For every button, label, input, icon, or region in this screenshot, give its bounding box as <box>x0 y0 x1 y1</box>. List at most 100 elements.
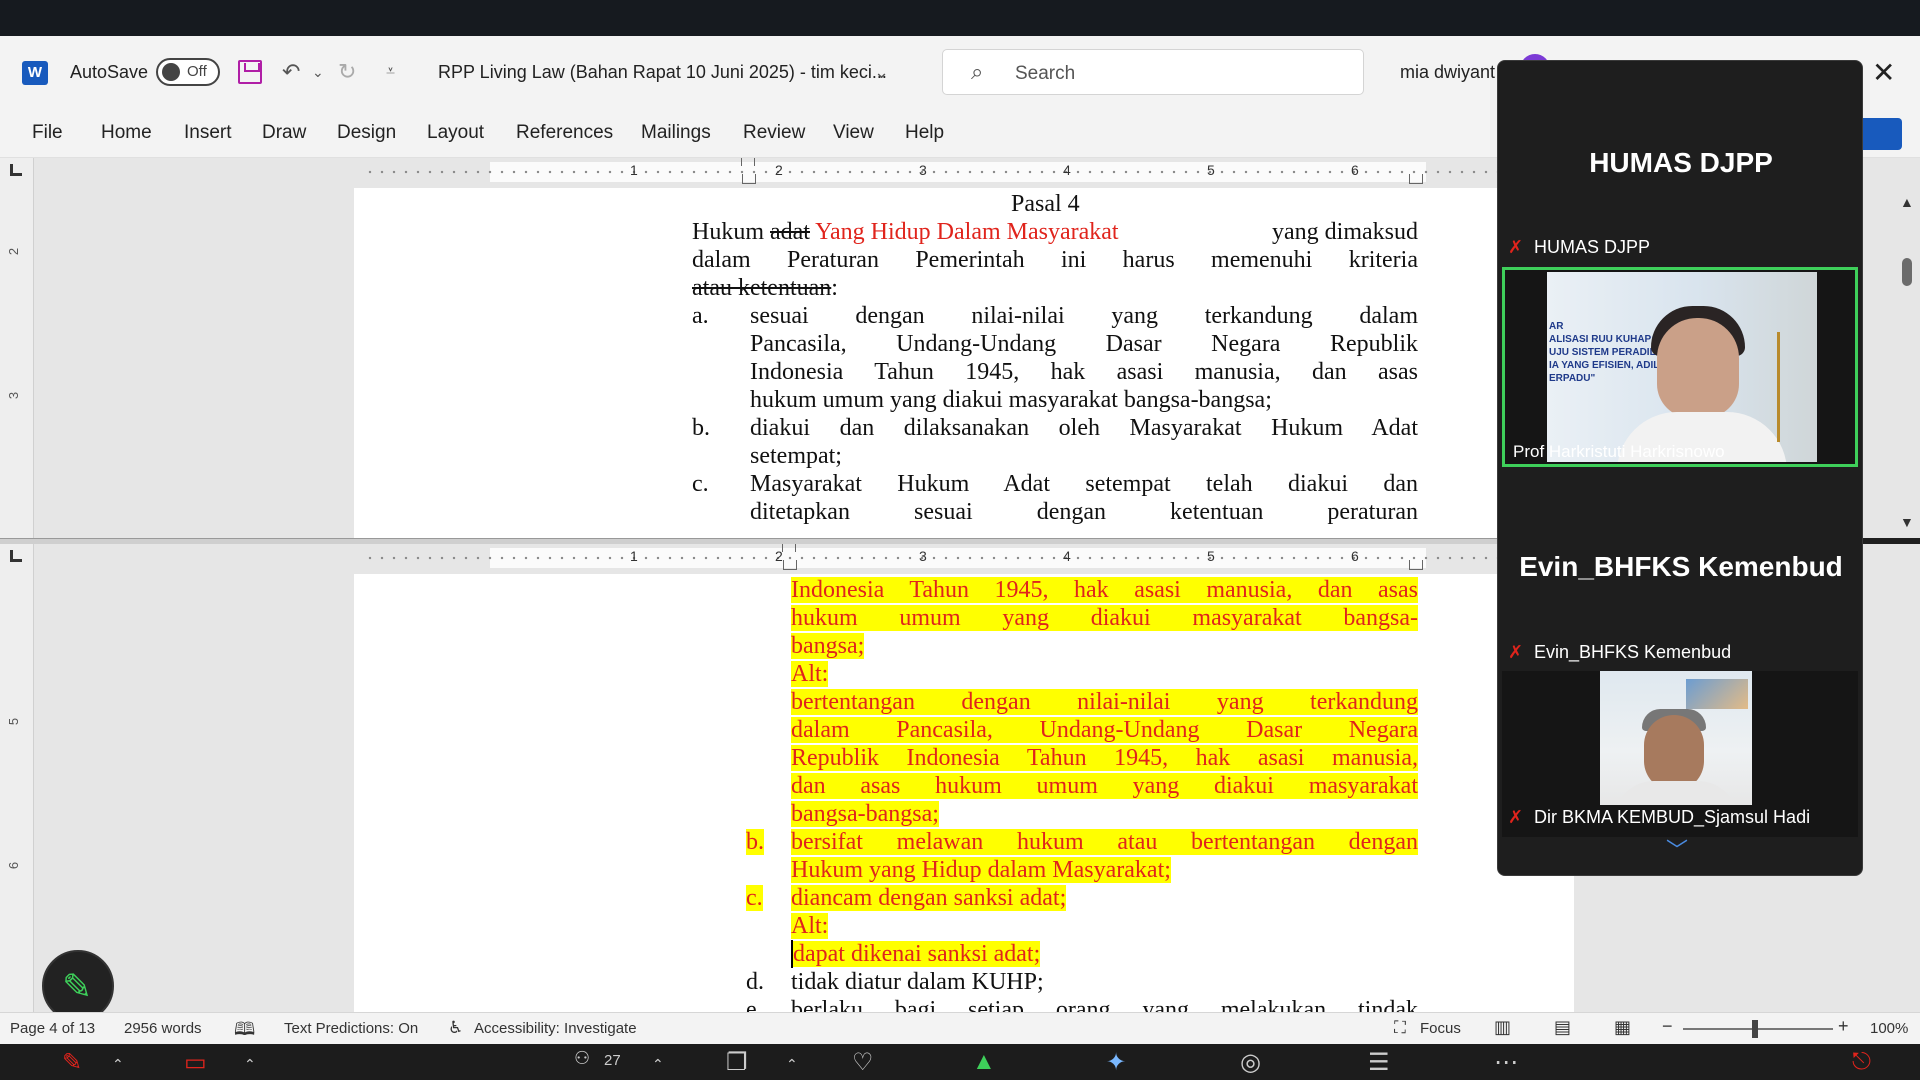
alt-label: Alt: <box>791 661 829 687</box>
ruler-number: 4 <box>1063 162 1071 178</box>
participant-title: HUMAS DJPP <box>1589 147 1773 178</box>
scroll-up-icon[interactable]: ▲ <box>1900 194 1914 210</box>
document-page[interactable]: Indonesia Tahun 1945, hak asasi manusia,… <box>354 574 1574 1012</box>
list-marker: a. <box>692 303 709 329</box>
save-icon[interactable] <box>238 60 262 84</box>
camera-feed: AR ALISASI RUU KUHAP: UJU SISTEM PERADIL… <box>1547 272 1817 462</box>
paragraph-line: atau ketentuan: <box>692 274 838 302</box>
tab-review[interactable]: Review <box>743 122 805 144</box>
zoom-in-icon[interactable]: + <box>1838 1016 1849 1037</box>
print-layout-icon[interactable]: ▤ <box>1554 1017 1571 1038</box>
search-box[interactable]: ⌕ Search <box>942 49 1364 95</box>
mic-muted-icon[interactable]: ✎ <box>62 1048 82 1077</box>
page-count[interactable]: Page 4 of 13 <box>10 1020 95 1037</box>
proofing-book-icon[interactable]: 🕮 <box>234 1017 255 1047</box>
article-heading: Pasal 4 <box>1011 191 1080 217</box>
accessibility-icon: ♿ <box>448 1018 464 1037</box>
focus-icon: ⛶ <box>1394 1018 1406 1037</box>
accessibility-status[interactable]: Accessibility: Investigate <box>474 1020 637 1037</box>
vertical-ruler: 2 3 <box>0 158 34 538</box>
tab-layout[interactable]: Layout <box>427 122 484 144</box>
highlighted-text: bersifat melawan hukum atau bertentangan… <box>791 829 1418 855</box>
close-icon[interactable]: ✕ <box>1872 56 1895 89</box>
first-line-indent-marker[interactable] <box>741 158 755 166</box>
tab-references[interactable]: References <box>516 122 613 144</box>
chevron-up-icon[interactable]: ⌃ <box>652 1056 664 1073</box>
inserted-text: Yang Hidup Dalam Masyarakat <box>815 219 1119 245</box>
tab-view[interactable]: View <box>833 122 874 144</box>
apps-icon[interactable]: ◎ <box>1240 1048 1261 1077</box>
document-page[interactable]: Pasal 4 Hukum adat Yang Hidup Dalam Masy… <box>354 188 1574 538</box>
zoom-slider[interactable] <box>1683 1028 1833 1030</box>
focus-button[interactable]: Focus <box>1420 1020 1461 1037</box>
highlighted-line: bangsa-bangsa; <box>791 800 939 828</box>
ruler-number: 4 <box>1063 548 1071 564</box>
scroll-down-icon[interactable]: ▼ <box>1900 514 1914 530</box>
highlighted-line: Alt: <box>791 660 829 688</box>
participant-label: HUMAS DJPP <box>1534 237 1651 257</box>
mic-muted-icon: ✗ <box>1508 642 1524 662</box>
slide-line: AR <box>1549 321 1564 332</box>
zoom-level[interactable]: 100% <box>1870 1020 1908 1037</box>
person-face <box>1644 715 1704 791</box>
ruler-number: 1 <box>630 162 638 178</box>
ruler-number: 6 <box>1351 548 1359 564</box>
list-marker: b. <box>692 415 710 441</box>
chevron-down-icon[interactable]: ﹀ <box>1666 833 1688 865</box>
redo-icon[interactable]: ↻ <box>338 58 356 86</box>
tab-draw[interactable]: Draw <box>262 122 306 144</box>
tab-selector-icon[interactable] <box>10 164 22 176</box>
read-mode-icon[interactable]: ▥ <box>1494 1017 1511 1038</box>
tab-insert[interactable]: Insert <box>184 122 232 144</box>
highlighted-line: Indonesia Tahun 1945, hak asasi manusia,… <box>791 576 1418 604</box>
right-indent-marker[interactable] <box>1409 174 1423 184</box>
document-title[interactable]: RPP Living Law (Bahan Rapat 10 Juni 2025… <box>438 62 887 83</box>
chevron-up-icon[interactable]: ⌃ <box>786 1056 798 1073</box>
tab-mailings[interactable]: Mailings <box>641 122 711 144</box>
participant-label: Evin_BHFKS Kemenbud <box>1534 642 1732 662</box>
zoom-slider-thumb[interactable] <box>1752 1020 1758 1038</box>
highlighted-text: bangsa-bangsa; <box>791 801 939 827</box>
highlighted-text: Indonesia Tahun 1945, hak asasi manusia,… <box>791 577 1418 603</box>
text-predictions-status[interactable]: Text Predictions: On <box>284 1020 418 1037</box>
reactions-icon[interactable]: ♡ <box>852 1048 874 1077</box>
autosave-toggle[interactable]: Off <box>156 58 220 86</box>
word-count[interactable]: 2956 words <box>124 1020 202 1037</box>
list-line: Masyarakat Hukum Adat setempat telah dia… <box>750 471 1418 497</box>
customize-toolbar-icon[interactable]: ⩡ <box>386 58 395 86</box>
person-body <box>1614 781 1738 805</box>
highlighted-line: bangsa; <box>791 632 865 660</box>
video-tile-active-speaker[interactable]: AR ALISASI RUU KUHAP: UJU SISTEM PERADIL… <box>1502 267 1858 467</box>
highlighted-line: hukum umum yang diakui masyarakat bangsa… <box>791 604 1418 632</box>
undo-dropdown-icon[interactable]: ⌄ <box>312 58 324 86</box>
leave-icon[interactable]: ⎋ <box>1852 1048 1871 1076</box>
participants-icon[interactable]: ⚇ <box>574 1048 590 1069</box>
share-screen-icon[interactable]: ▲ <box>972 1048 996 1076</box>
chat-icon[interactable]: ❐ <box>726 1048 748 1077</box>
vertical-scrollbar-top[interactable]: ▲ ▼ <box>1896 158 1920 538</box>
tab-home[interactable]: Home <box>101 122 152 144</box>
tab-file[interactable]: File <box>32 122 63 144</box>
title-chevron-down-icon[interactable]: ⌄ <box>874 58 889 86</box>
video-off-icon[interactable]: ▭ <box>184 1048 207 1077</box>
video-tile-name: Prof Harkristuti Harkrisnowo <box>1513 442 1725 461</box>
scroll-thumb[interactable] <box>1902 258 1912 286</box>
notes-icon[interactable]: ☰ <box>1368 1048 1390 1077</box>
zoom-out-icon[interactable]: − <box>1662 1016 1673 1037</box>
first-line-indent-marker[interactable] <box>782 544 796 552</box>
meeting-video-panel: HUMAS DJPP ✗ HUMAS DJPP AR ALISASI RUU K… <box>1497 60 1863 876</box>
tab-selector-icon[interactable] <box>10 550 22 562</box>
chevron-up-icon[interactable]: ⌃ <box>244 1056 256 1073</box>
more-icon[interactable]: ⋯ <box>1494 1048 1518 1077</box>
web-layout-icon[interactable]: ▦ <box>1614 1017 1631 1038</box>
undo-icon[interactable]: ↶ <box>282 58 300 86</box>
user-name[interactable]: mia dwiyant <box>1400 62 1495 83</box>
hanging-indent-marker[interactable] <box>783 560 797 570</box>
hanging-indent-marker[interactable] <box>742 174 756 184</box>
ai-companion-icon[interactable]: ✦ <box>1106 1048 1126 1077</box>
tab-design[interactable]: Design <box>337 122 396 144</box>
right-indent-marker[interactable] <box>1409 560 1423 570</box>
list-line: setempat; <box>750 443 842 469</box>
tab-help[interactable]: Help <box>905 122 944 144</box>
chevron-up-icon[interactable]: ⌃ <box>112 1056 124 1073</box>
